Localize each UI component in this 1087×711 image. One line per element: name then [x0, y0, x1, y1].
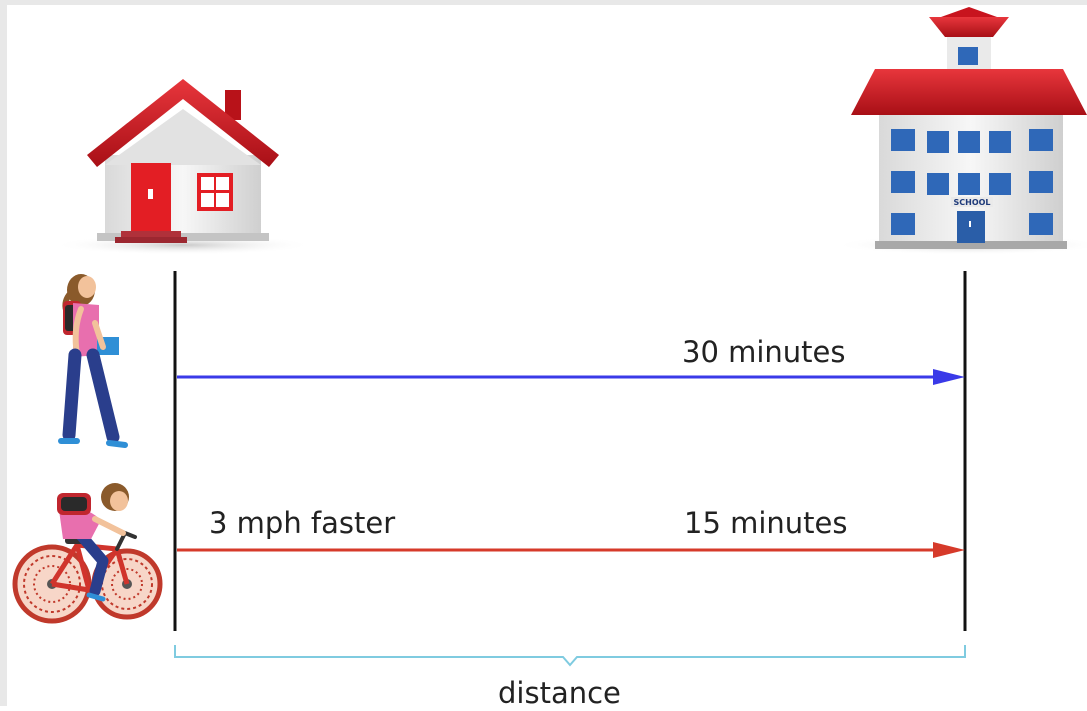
bike-time-label: 15 minutes — [684, 506, 848, 540]
walking-girl-icon — [58, 274, 128, 448]
cyclist-icon — [12, 483, 163, 624]
school-icon: SCHOOL — [834, 7, 1087, 255]
school-sign: SCHOOL — [953, 198, 990, 207]
diagram-canvas: SCHOOL 30 minutes 3 mph faster 15 minute… — [0, 0, 1087, 710]
diagram-svg: SCHOOL — [12, 7, 1087, 667]
distance-label: distance — [498, 676, 621, 710]
walk-time-label: 30 minutes — [682, 335, 846, 369]
distance-brace — [174, 645, 966, 667]
bike-arrow — [177, 542, 965, 558]
house-icon — [53, 79, 313, 255]
walk-arrow — [177, 369, 965, 385]
bike-speed-label: 3 mph faster — [209, 506, 396, 540]
